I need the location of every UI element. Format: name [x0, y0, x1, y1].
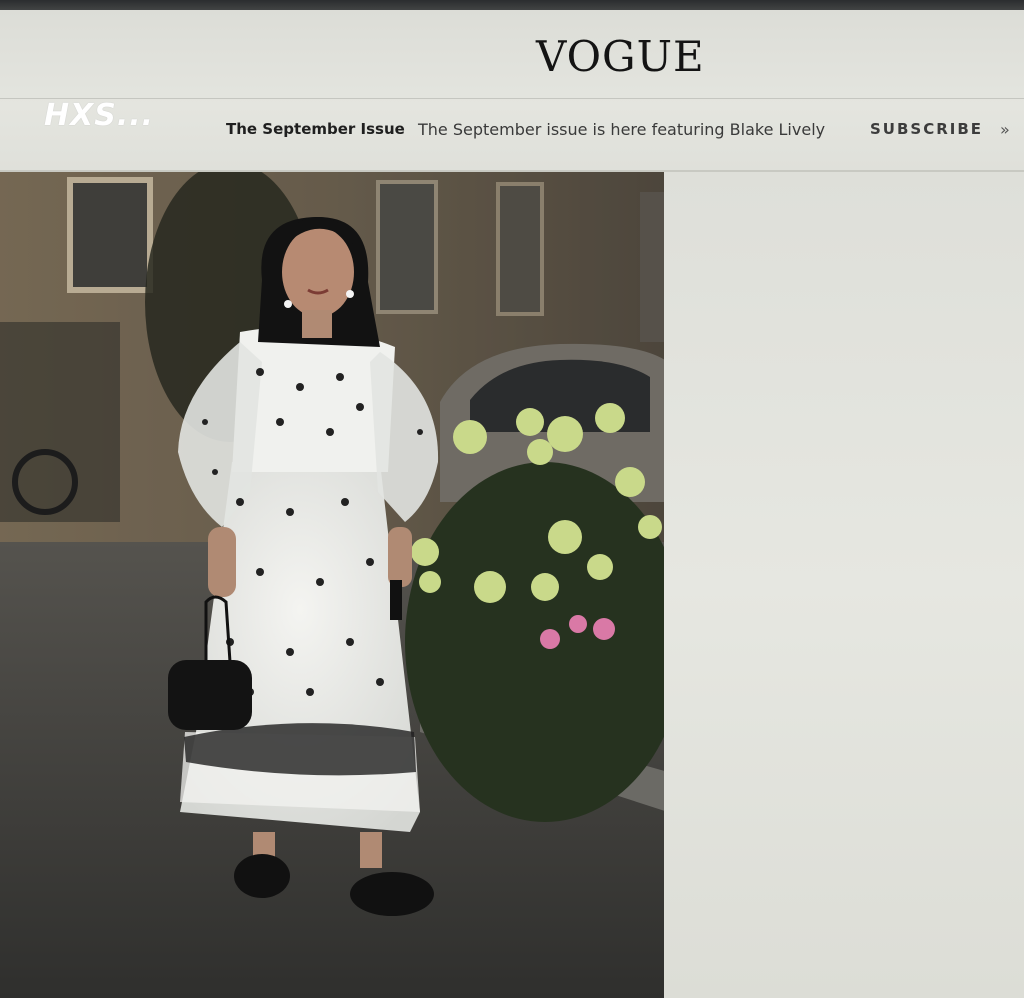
- photo-watermark: HXS...: [44, 98, 155, 133]
- hero-photo[interactable]: [0, 172, 668, 998]
- nav-promo-link[interactable]: The September issue is here featuring Bl…: [418, 116, 825, 142]
- double-chevron-right-icon[interactable]: »: [1000, 116, 1010, 142]
- sidebar-ad-area: [664, 172, 1024, 998]
- vogue-logo[interactable]: VOGUE: [536, 32, 704, 81]
- subscribe-link[interactable]: SUBSCRIBE: [870, 116, 983, 142]
- site-header: VOGUE HXS...: [0, 10, 1024, 170]
- nav-link-september-issue[interactable]: The September Issue: [226, 116, 405, 142]
